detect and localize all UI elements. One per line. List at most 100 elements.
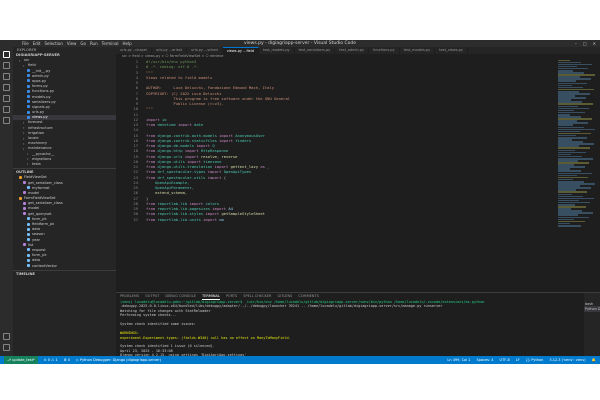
code-token: import: [184, 153, 201, 159]
panel-tab-spell-checker[interactable]: SPELL CHECKER: [243, 293, 271, 300]
terminal-output[interactable]: (venv) lucadelu@lucadelu-gdev:~/gitlab/d…: [116, 300, 584, 364]
minimize-button[interactable]: –: [575, 41, 577, 46]
code-token: ): [146, 195, 149, 201]
folder-icon: ›: [19, 58, 21, 63]
file-label: __pycache__: [32, 151, 55, 156]
panel-tab-debug-console[interactable]: DEBUG CONSOLE: [165, 293, 196, 300]
status-right-item[interactable]: LF: [516, 356, 520, 364]
code-text: from reportlab.lib.units import cm: [146, 217, 224, 222]
status-left-item[interactable]: ⚙ 0: [64, 356, 70, 364]
python-file-icon: [27, 74, 30, 78]
account-icon[interactable]: [3, 333, 10, 340]
editor-tab[interactable]: functions.py: [369, 47, 400, 54]
minimap[interactable]: [556, 59, 600, 292]
code-token: drf_spectacular.types: [157, 169, 208, 175]
maximize-button[interactable]: □: [583, 41, 587, 46]
search-icon[interactable]: [3, 62, 10, 69]
folder-icon: ›: [23, 120, 25, 125]
status-right-item[interactable]: Ln 499, Col 1: [447, 356, 470, 364]
editor-tab[interactable]: urls.py ...ariest: [152, 47, 188, 54]
folder-icon: ›: [27, 162, 29, 167]
editor-tab[interactable]: views.py ...field: [222, 47, 260, 54]
source-control-icon[interactable]: [3, 73, 10, 80]
editor-tab[interactable]: test_models.py: [259, 47, 295, 54]
editor-tab[interactable]: test_models.py: [400, 47, 436, 54]
symbol-icon: [27, 264, 30, 267]
editor-tab[interactable]: test_views.py: [435, 47, 468, 54]
folder-item[interactable]: › tests: [13, 162, 116, 167]
code-token: import: [207, 169, 224, 175]
code-token: django.urls: [157, 153, 185, 159]
folder-icon: ›: [23, 146, 25, 151]
remote-explorer-icon[interactable]: [3, 117, 10, 124]
file-label: functions.py: [32, 89, 55, 94]
outline-label: season: [32, 232, 45, 237]
file-label: maintenance: [28, 146, 52, 151]
status-left-item[interactable]: ▷ Python Debugger: Django (digiagriapp-s…: [76, 356, 161, 364]
divider: [13, 168, 116, 170]
symbol-icon: [23, 191, 26, 195]
folder-icon: ›: [27, 157, 29, 162]
panel-tab-gitlens[interactable]: GITLENS: [277, 293, 292, 300]
symbol-icon: [27, 248, 30, 252]
python-file-icon: [27, 105, 30, 109]
panel-tab-problems[interactable]: PROBLEMS: [120, 293, 139, 300]
code-text: # -*- coding: utf-8 -*-: [146, 64, 199, 69]
minimap-line: [558, 224, 581, 227]
status-right-item[interactable]: {} Python: [526, 356, 544, 364]
terminal-item-debug[interactable]: Python Debu...: [584, 306, 600, 312]
code-token: import: [219, 137, 236, 143]
outline-tree: FieldViewSet get_serializer_class myformat…: [13, 175, 116, 268]
outline-label: form_pk: [32, 253, 47, 258]
file-label: infrastructure: [28, 125, 53, 130]
outline-item[interactable]: contextVector: [13, 264, 116, 269]
python-file-icon: [27, 69, 30, 73]
outline-label: FieldViewSet: [24, 175, 47, 180]
folder-icon: ›: [23, 126, 25, 131]
gear-icon[interactable]: [3, 344, 10, 351]
status-right-item[interactable]: 🔔: [592, 356, 596, 364]
outline-label: form_pk: [32, 216, 47, 221]
file-label: machinery: [28, 141, 48, 146]
editor-tab[interactable]: urls.py ..chapel: [116, 47, 152, 54]
close-button[interactable]: ✕: [593, 41, 596, 46]
status-right-item[interactable]: 3.12.3 ('venv': venv): [549, 356, 585, 364]
editor-tab[interactable]: test_admin.py: [335, 47, 370, 54]
editor-tab[interactable]: urls.py ...sched: [187, 47, 223, 54]
editor-tab[interactable]: test_serializers.py: [295, 47, 336, 54]
code-editor[interactable]: 1 #!/usr/bin/env python3 2 # -*- coding: ut…: [116, 59, 556, 292]
panel-tab-output[interactable]: OUTPUT: [145, 293, 159, 300]
terminal-item-bash[interactable]: bash: [584, 293, 600, 306]
extensions-icon[interactable]: [3, 95, 10, 102]
status-right-item[interactable]: Spaces: 4: [477, 356, 494, 364]
panel-tab-comments[interactable]: COMMENTS: [298, 293, 318, 300]
code-token: timezone: [203, 158, 222, 164]
code-token: import: [212, 206, 229, 211]
panel-tab-ports[interactable]: PORTS: [226, 293, 237, 300]
status-left-item[interactable]: ⎇ update_test*: [4, 356, 38, 364]
code-token: import: [205, 211, 222, 217]
terminal-list: bash Python Debu...: [584, 292, 600, 356]
file-label: apps.py: [32, 78, 47, 83]
code-token: OpenApiTypes: [223, 169, 252, 175]
status-left-item[interactable]: ⊙ 0 ⚠ 1: [44, 356, 58, 364]
code-token: finders: [235, 137, 252, 143]
code-token: COPYRIGHT: (C) 2022 Luca Delucchi: [146, 90, 222, 96]
outline-label: data: [32, 258, 41, 263]
code-token: django.contrib.auth.models: [157, 132, 220, 138]
code-token: date: [194, 122, 204, 127]
status-right-item[interactable]: UTF-8: [500, 356, 510, 364]
code-token: """: [146, 106, 153, 112]
python-file-icon: [27, 110, 30, 114]
code-token: import: [196, 143, 213, 148]
python-file-icon: [27, 84, 30, 88]
run-debug-icon[interactable]: [3, 84, 10, 91]
panel-tab-terminal[interactable]: TERMINAL: [202, 293, 220, 300]
code-text: Views related to field models: [146, 75, 212, 80]
timeline-header[interactable]: TIMELINE: [13, 272, 116, 277]
code-token: from: [146, 122, 158, 127]
explorer-icon[interactable]: [3, 51, 10, 58]
outline-label: request: [32, 247, 46, 252]
testing-icon[interactable]: [3, 106, 10, 113]
vscode-window: File Edit Selection View Go Run Terminal Help v…: [0, 40, 600, 364]
